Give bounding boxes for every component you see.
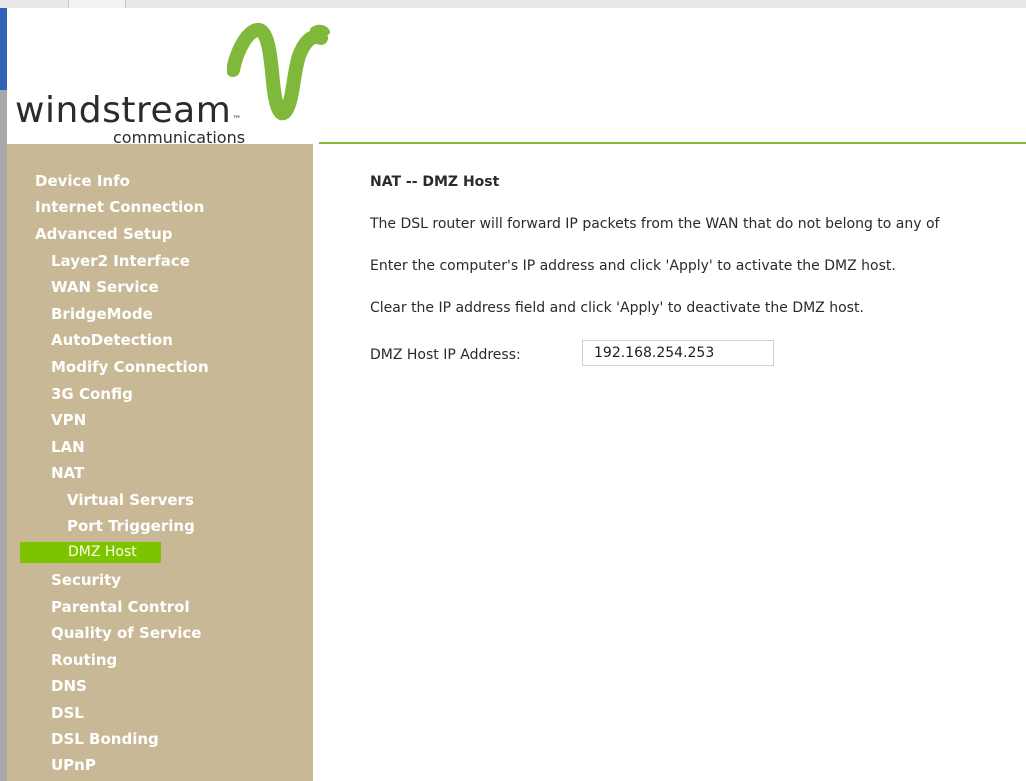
- sidebar-item-device-info[interactable]: Device Info: [35, 172, 130, 190]
- sidebar-item-dsl[interactable]: DSL: [51, 704, 84, 722]
- sidebar-item-internet-connection[interactable]: Internet Connection: [35, 198, 204, 216]
- dmz-host-ip-label: DMZ Host IP Address:: [370, 347, 521, 363]
- sidebar-item-port-triggering[interactable]: Port Triggering: [67, 517, 195, 535]
- sidebar-item-modify-connection[interactable]: Modify Connection: [51, 358, 209, 376]
- browser-tab-edge[interactable]: [68, 0, 126, 8]
- sidebar-item-lan[interactable]: LAN: [51, 438, 85, 456]
- sidebar-item-advanced-setup[interactable]: Advanced Setup: [35, 225, 173, 243]
- logo-text: windstream: [15, 90, 232, 131]
- sidebar-item-parental-control[interactable]: Parental Control: [51, 598, 190, 616]
- logo-wordmark: windstream™: [15, 90, 242, 131]
- description-activate: Enter the computer's IP address and clic…: [370, 258, 896, 274]
- sidebar-item-layer2-interface[interactable]: Layer2 Interface: [51, 252, 190, 270]
- logo-trademark: ™: [232, 115, 242, 125]
- description-deactivate: Clear the IP address field and click 'Ap…: [370, 300, 864, 316]
- windstream-wave-icon: [227, 23, 330, 121]
- page-title: NAT -- DMZ Host: [370, 174, 500, 190]
- sidebar-item-upnp[interactable]: UPnP: [51, 756, 96, 774]
- main-content: NAT -- DMZ Host The DSL router will forw…: [313, 144, 1026, 781]
- description-forward: The DSL router will forward IP packets f…: [370, 216, 940, 232]
- sidebar-item-quality-of-service[interactable]: Quality of Service: [51, 624, 201, 642]
- sidebar-item-dns[interactable]: DNS: [51, 677, 87, 695]
- sidebar-item-security[interactable]: Security: [51, 571, 121, 589]
- sidebar-item-vpn[interactable]: VPN: [51, 411, 86, 429]
- window-edge-gray: [0, 90, 7, 781]
- sidebar-item-routing[interactable]: Routing: [51, 651, 117, 669]
- sidebar-item-wan-service[interactable]: WAN Service: [51, 278, 159, 296]
- dmz-host-ip-input[interactable]: [582, 340, 774, 366]
- sidebar-item-autodetection[interactable]: AutoDetection: [51, 331, 173, 349]
- logo: windstream™ communications: [7, 8, 330, 147]
- sidebar-item-nat[interactable]: NAT: [51, 464, 84, 482]
- header: windstream™ communications: [7, 8, 1026, 147]
- window-edge-blue: [0, 8, 7, 90]
- sidebar-item-dsl-bonding[interactable]: DSL Bonding: [51, 730, 159, 748]
- sidebar-item-3g-config[interactable]: 3G Config: [51, 385, 133, 403]
- sidebar-item-bridgemode[interactable]: BridgeMode: [51, 305, 153, 323]
- sidebar-item-virtual-servers[interactable]: Virtual Servers: [67, 491, 194, 509]
- sidebar-item-dmz-host[interactable]: DMZ Host: [20, 542, 161, 563]
- sidebar-nav: Device Info Internet Connection Advanced…: [7, 144, 313, 781]
